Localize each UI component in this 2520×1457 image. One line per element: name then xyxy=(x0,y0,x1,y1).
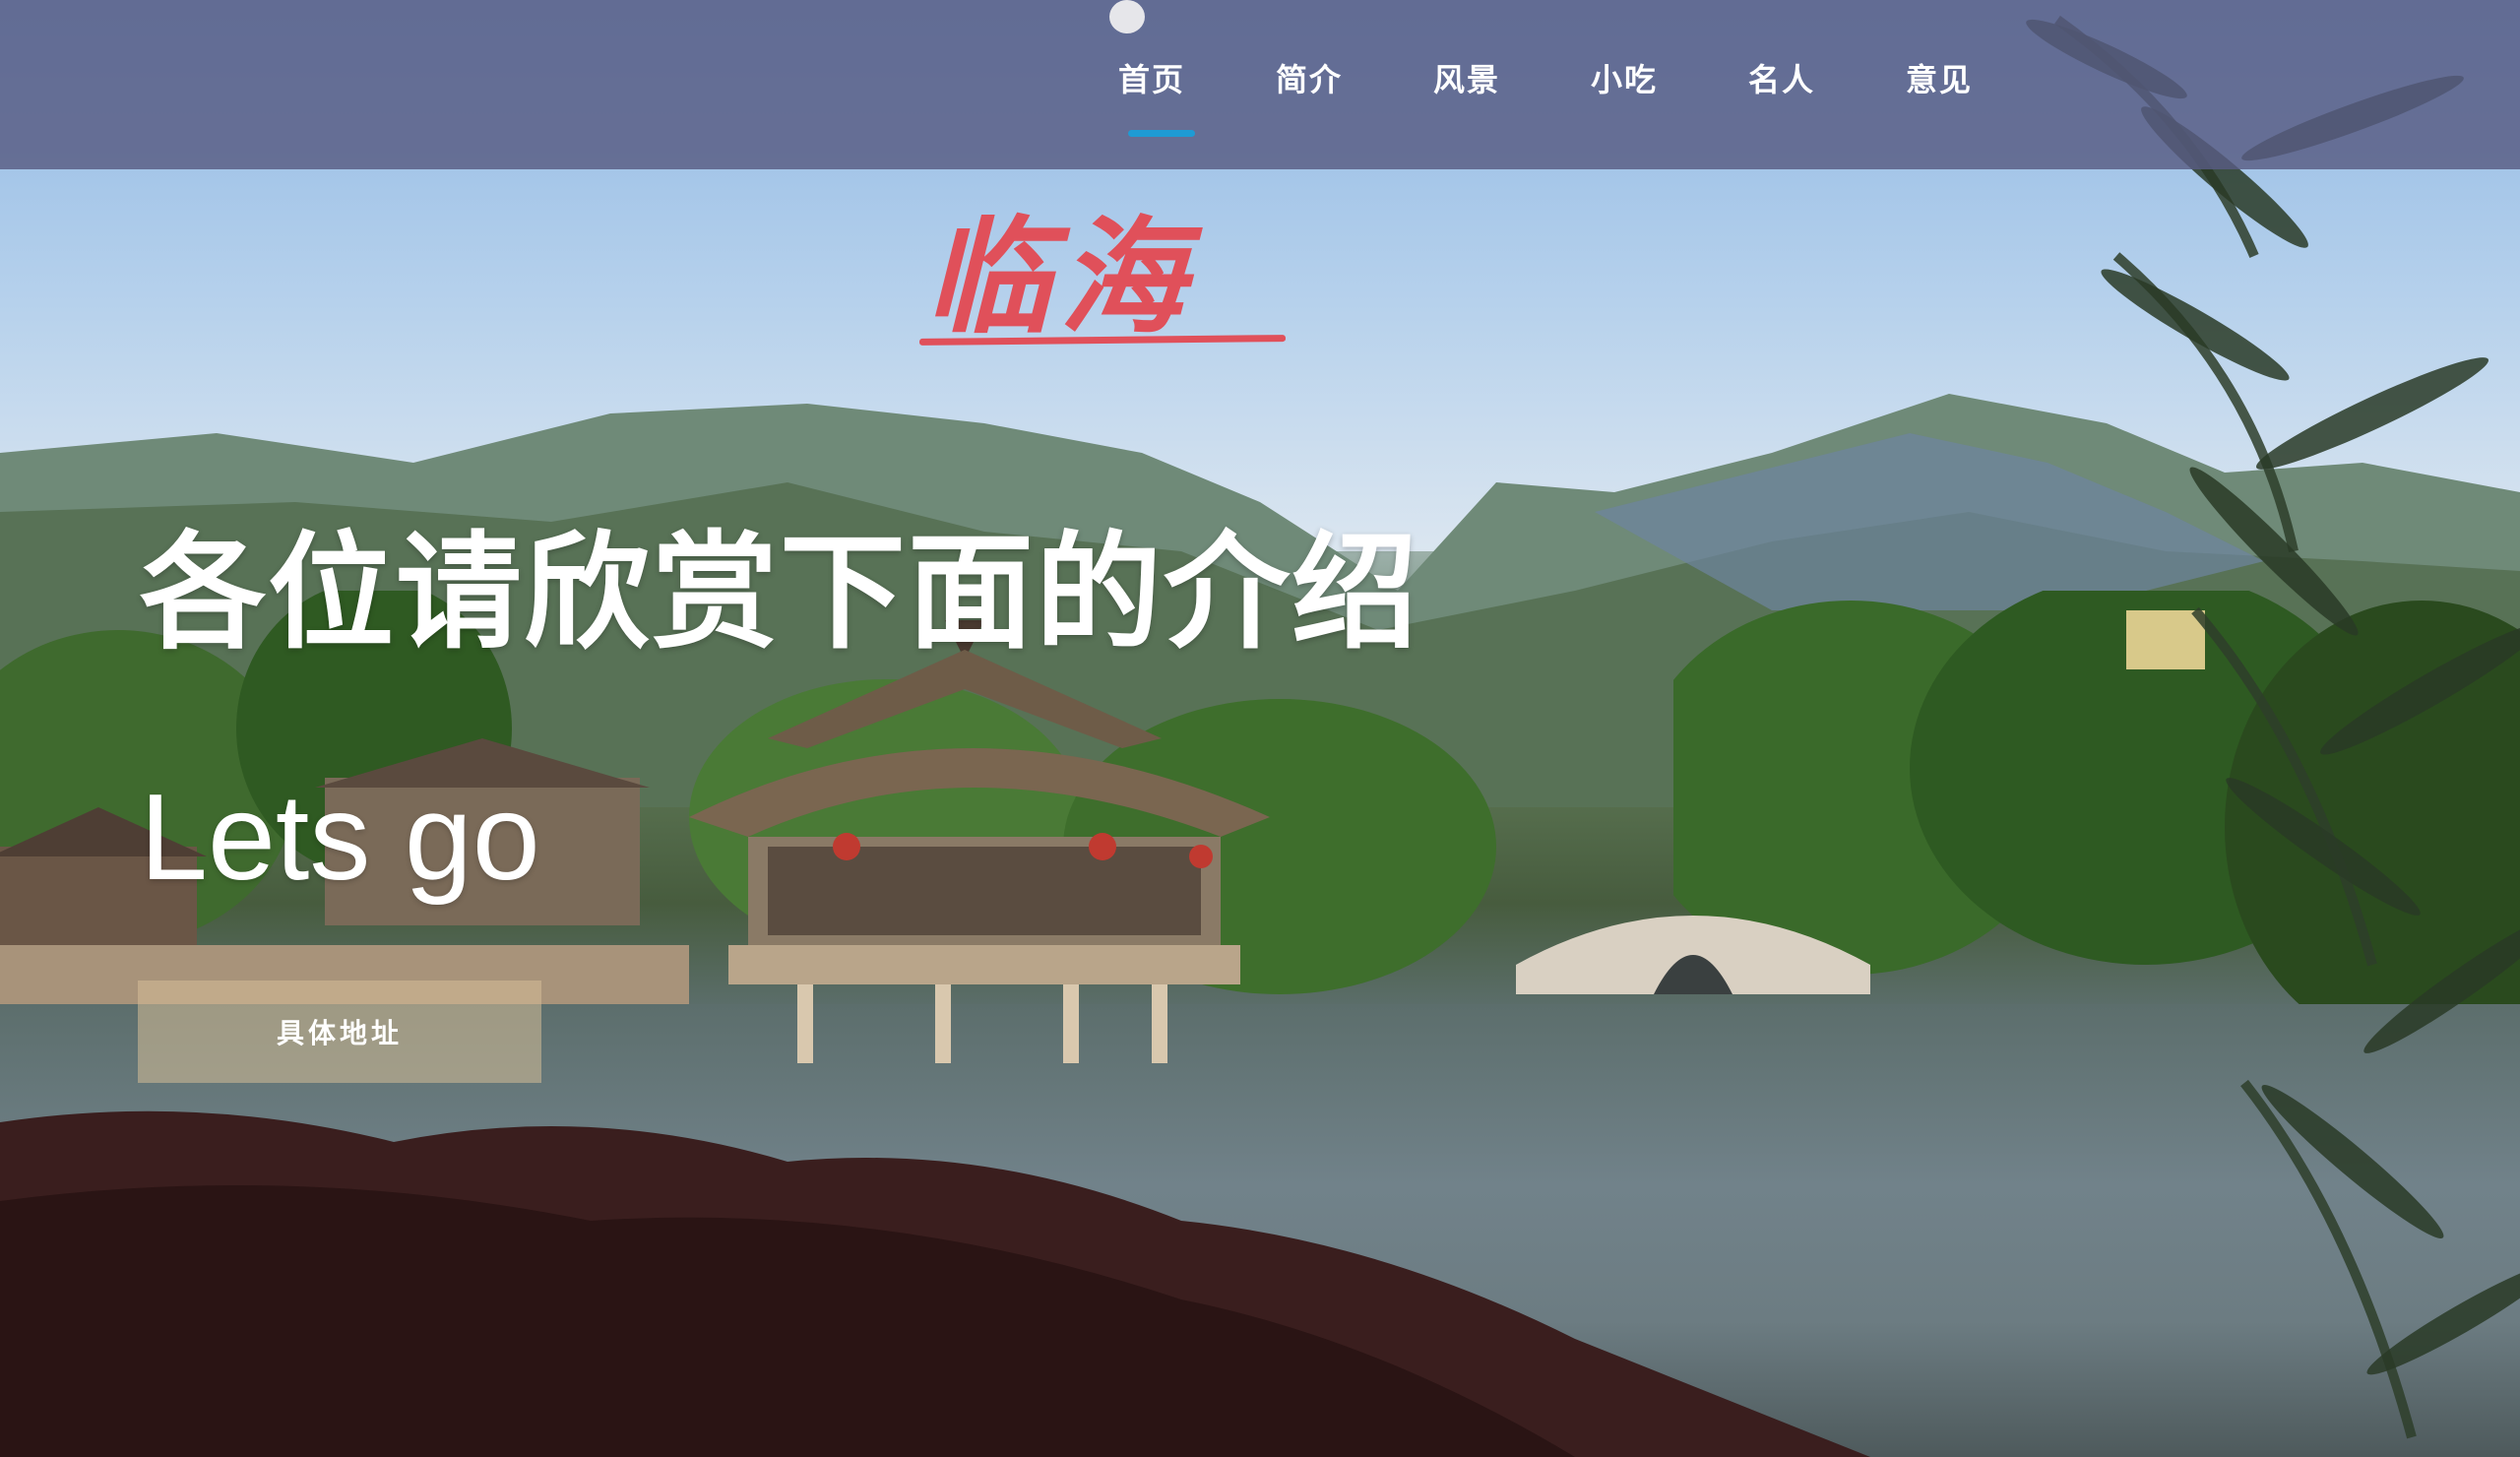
main-nav: 首页 简介 风景 小吃 名人 意见 xyxy=(1073,55,2018,163)
foreground-shrub-image xyxy=(0,1110,1870,1457)
bamboo-leaves-image xyxy=(2026,15,2520,1439)
nav-item-scenery[interactable]: 风景 xyxy=(1388,55,1545,163)
slider-dot-indicator[interactable] xyxy=(1109,0,1145,33)
hero-title: 各位请欣赏下面的介绍 xyxy=(140,520,1420,666)
nav-item-intro[interactable]: 简介 xyxy=(1230,55,1388,163)
hero-subtitle: Lets go xyxy=(140,770,540,906)
address-button[interactable]: 具体地址 xyxy=(138,981,541,1083)
nav-item-home[interactable]: 首页 xyxy=(1073,55,1230,163)
page: 首页 简介 风景 小吃 名人 意见 临海 各位请欣赏下面的介绍 Lets go … xyxy=(0,0,2520,1457)
pavilion-image xyxy=(689,620,1270,1063)
site-logo: 临海 xyxy=(925,204,1194,351)
nav-item-feedback[interactable]: 意见 xyxy=(1860,55,2018,163)
arched-bridge-image xyxy=(1516,916,1870,994)
nav-item-snacks[interactable]: 小吃 xyxy=(1545,55,1703,163)
nav-item-celebrities[interactable]: 名人 xyxy=(1703,55,1860,163)
